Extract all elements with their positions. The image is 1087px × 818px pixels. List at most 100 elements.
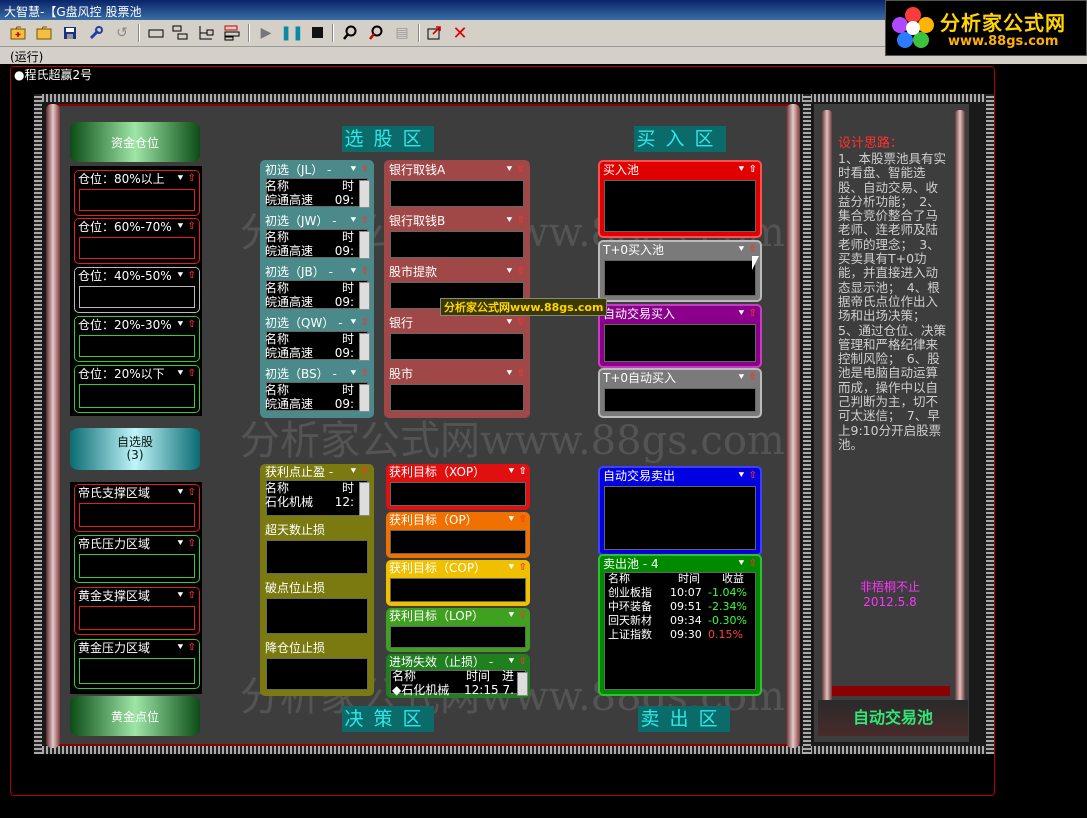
screen-box-3[interactable]: 初选（JB） - ⯆ ⇧ 名称 时 皖通高速 09: xyxy=(262,264,372,313)
screen-row[interactable]: 皖通高速 09: xyxy=(265,295,356,309)
box-controls[interactable]: ⯆ ⇧ xyxy=(507,560,527,576)
target-box-cop[interactable]: 获利目标（COP） ⯆ ⇧ xyxy=(386,560,530,606)
sell-row[interactable]: 回天新材 09:34 -0.30% xyxy=(604,614,756,628)
scrollbar[interactable] xyxy=(359,384,370,412)
box-controls[interactable]: ⯆ ⇧ xyxy=(176,366,196,382)
box-controls[interactable]: ⯆ ⇧ xyxy=(737,370,757,386)
box-controls[interactable]: ⯆ ⇧ xyxy=(349,264,369,280)
scrollbar[interactable] xyxy=(359,180,370,208)
zone-box-2[interactable]: 帝氏压力区域 ⯆ ⇧ xyxy=(74,535,200,583)
box-controls[interactable]: ⯆ ⇧ xyxy=(176,588,196,604)
sector-box-4[interactable]: 银行 ⯆ ⇧ xyxy=(386,315,528,364)
decide-row-1[interactable]: 石化机械 12: xyxy=(265,495,356,509)
open-folder-icon[interactable] xyxy=(34,23,54,43)
box-controls[interactable]: ⯆ ⇧ xyxy=(505,213,525,229)
pause-icon[interactable]: ❚❚ xyxy=(280,23,303,43)
scrollbar[interactable] xyxy=(359,482,370,516)
box-layout-icon[interactable] xyxy=(146,23,166,43)
sell-pool-box[interactable]: 卖出池 - 4 ⯆ ⇧ 名称 时间 收益 创业板指 10:07 -1.04% 中环装备 09:… xyxy=(598,554,762,696)
box-controls[interactable]: ⯆ ⇧ xyxy=(737,162,757,178)
box-controls[interactable]: ⯆ ⇧ xyxy=(505,366,525,382)
box-controls[interactable]: ⯆ ⇧ xyxy=(349,315,369,331)
save-icon[interactable] xyxy=(60,23,80,43)
box-controls[interactable]: ⯆ ⇧ xyxy=(176,268,196,284)
box-controls[interactable]: ⯆ ⇧ xyxy=(505,315,525,331)
fund-position-cylinder[interactable]: 资金仓位 xyxy=(70,122,200,162)
decide-box-3[interactable]: 破点位止损 xyxy=(262,580,372,638)
screen-box-5[interactable]: 初选（BS） - ⯆ ⇧ 名称 时 皖通高速 09: xyxy=(262,366,372,415)
watchlist-cylinder[interactable]: 自选股 (3) xyxy=(70,428,200,470)
screen-box-4[interactable]: 初选（QW） - ⯆ ⇧ 名称 时 皖通高速 09: xyxy=(262,315,372,364)
sector-box-5[interactable]: 股市 ⯆ ⇧ xyxy=(386,366,528,415)
box-controls[interactable]: ⯆ ⇧ xyxy=(176,640,196,656)
box-controls[interactable]: ⯆ ⇧ xyxy=(507,654,527,670)
box-controls[interactable]: ⯆ ⇧ xyxy=(176,485,196,501)
split-layout-icon[interactable] xyxy=(170,23,190,43)
wrench-icon[interactable] xyxy=(86,23,106,43)
box-controls[interactable]: ⯆ ⇧ xyxy=(507,512,527,528)
sector-box-2[interactable]: 银行取钱B ⯆ ⇧ xyxy=(386,213,528,262)
box-controls[interactable]: ⯆ ⇧ xyxy=(176,536,196,552)
sell-row[interactable]: 创业板指 10:07 -1.04% xyxy=(604,586,756,600)
scrollbar[interactable] xyxy=(359,231,370,259)
new-folder-icon[interactable] xyxy=(8,23,28,43)
target-box-op[interactable]: 获利目标（OP） ⯆ ⇧ xyxy=(386,512,530,558)
sell-row[interactable]: 中环装备 09:51 -2.34% xyxy=(604,600,756,614)
screen-row[interactable]: 皖通高速 09: xyxy=(265,397,356,411)
search-icon[interactable] xyxy=(340,23,360,43)
tree-layout-icon[interactable] xyxy=(196,23,216,43)
t0-buy-pool-box[interactable]: T+0买入池 ⯆ ⇧ xyxy=(598,240,762,302)
exit-row[interactable]: ◆石化机械 12:15 7. xyxy=(392,683,514,697)
scrollbar[interactable] xyxy=(359,282,370,310)
buy-pool-box[interactable]: 买入池 ⯆ ⇧ xyxy=(598,160,762,238)
box-controls[interactable]: ⯆ ⇧ xyxy=(505,162,525,178)
sector-box-1[interactable]: 银行取钱A ⯆ ⇧ xyxy=(386,162,528,211)
target-box-lop[interactable]: 获利目标（LOP） ⯆ ⇧ xyxy=(386,608,530,652)
auto-sell-box[interactable]: 自动交易卖出 ⯆ ⇧ xyxy=(598,466,762,556)
scrollbar[interactable] xyxy=(359,333,370,361)
box-controls[interactable]: ⯆ ⇧ xyxy=(737,556,757,572)
box-controls[interactable]: ⯆ ⇧ xyxy=(737,306,757,322)
exit-box[interactable]: 进场失效（止损） - ⯆ ⇧ 名称 时间进 ◆石化机械 12:15 7. xyxy=(386,654,530,698)
screen-row[interactable]: 皖通高速 09: xyxy=(265,346,356,360)
auto-buy-box[interactable]: 自动交易买入 ⯆ ⇧ xyxy=(598,304,762,368)
export-icon[interactable] xyxy=(424,23,444,43)
box-controls[interactable]: ⯆ ⇧ xyxy=(507,464,527,480)
decide-box-2[interactable]: 超天数止损 xyxy=(262,522,372,578)
target-box-xop[interactable]: 获利目标（XOP） ⯆ ⇧ xyxy=(386,464,530,510)
box-controls[interactable]: ⯆ ⇧ xyxy=(505,264,525,280)
position-box-4[interactable]: 仓位：20%-30% ⯆ ⇧ xyxy=(74,316,200,362)
screen-row[interactable]: 皖通高速 09: xyxy=(265,193,356,207)
box-controls[interactable]: ⯆ ⇧ xyxy=(349,366,369,382)
decide-box-1[interactable]: 获利点止盈 - ⯆ ⇧ 名称 时 石化机械 12: xyxy=(262,464,372,520)
gold-point-cylinder[interactable]: 黄金点位 xyxy=(70,696,200,736)
sell-row[interactable]: 上证指数 09:30 0.15% xyxy=(604,628,756,642)
decide-box-4[interactable]: 降仓位止损 xyxy=(262,640,372,694)
box-controls[interactable]: ⯆ ⇧ xyxy=(176,317,196,333)
screen-row[interactable]: 皖通高速 09: xyxy=(265,244,356,258)
box-controls[interactable]: ⯆ ⇧ xyxy=(176,219,196,235)
box-controls[interactable]: ⯆ ⇧ xyxy=(349,213,369,229)
position-box-3[interactable]: 仓位：40%-50% ⯆ ⇧ xyxy=(74,267,200,313)
zone-box-3[interactable]: 黄金支撑区域 ⯆ ⇧ xyxy=(74,587,200,635)
screen-box-1[interactable]: 初选（JL） - ⯆ ⇧ 名称 时 皖通高速 09: xyxy=(262,162,372,211)
box-controls[interactable]: ⯆ ⇧ xyxy=(176,171,196,187)
close-icon[interactable]: ✕ xyxy=(450,23,470,44)
zone-box-4[interactable]: 黄金压力区域 ⯆ ⇧ xyxy=(74,639,200,689)
undo-icon[interactable]: ↺ xyxy=(112,23,132,43)
box-controls[interactable]: ⯆ ⇧ xyxy=(349,464,369,480)
replace-icon[interactable]: ▤ xyxy=(392,23,412,43)
box-controls[interactable]: ⯆ ⇧ xyxy=(737,468,757,484)
box-controls[interactable]: ⯆ ⇧ xyxy=(349,162,369,178)
play-icon[interactable]: ▶ xyxy=(256,23,276,43)
screen-box-2[interactable]: 初选（JW） - ⯆ ⇧ 名称 时 皖通高速 09: xyxy=(262,213,372,262)
position-box-2[interactable]: 仓位：60%-70% ⯆ ⇧ xyxy=(74,218,200,264)
position-box-1[interactable]: 仓位：80%以上 ⯆ ⇧ xyxy=(74,170,200,216)
find-next-icon[interactable] xyxy=(366,23,386,43)
zone-box-1[interactable]: 帝氏支撑区域 ⯆ ⇧ xyxy=(74,484,200,532)
position-box-5[interactable]: 仓位：20%以下 ⯆ ⇧ xyxy=(74,365,200,413)
box-controls[interactable]: ⯆ ⇧ xyxy=(507,608,527,624)
t0-auto-buy-box[interactable]: T+0自动买入 ⯆ ⇧ xyxy=(598,368,762,418)
scrollbar[interactable] xyxy=(517,672,528,696)
stop-icon[interactable] xyxy=(308,23,328,43)
